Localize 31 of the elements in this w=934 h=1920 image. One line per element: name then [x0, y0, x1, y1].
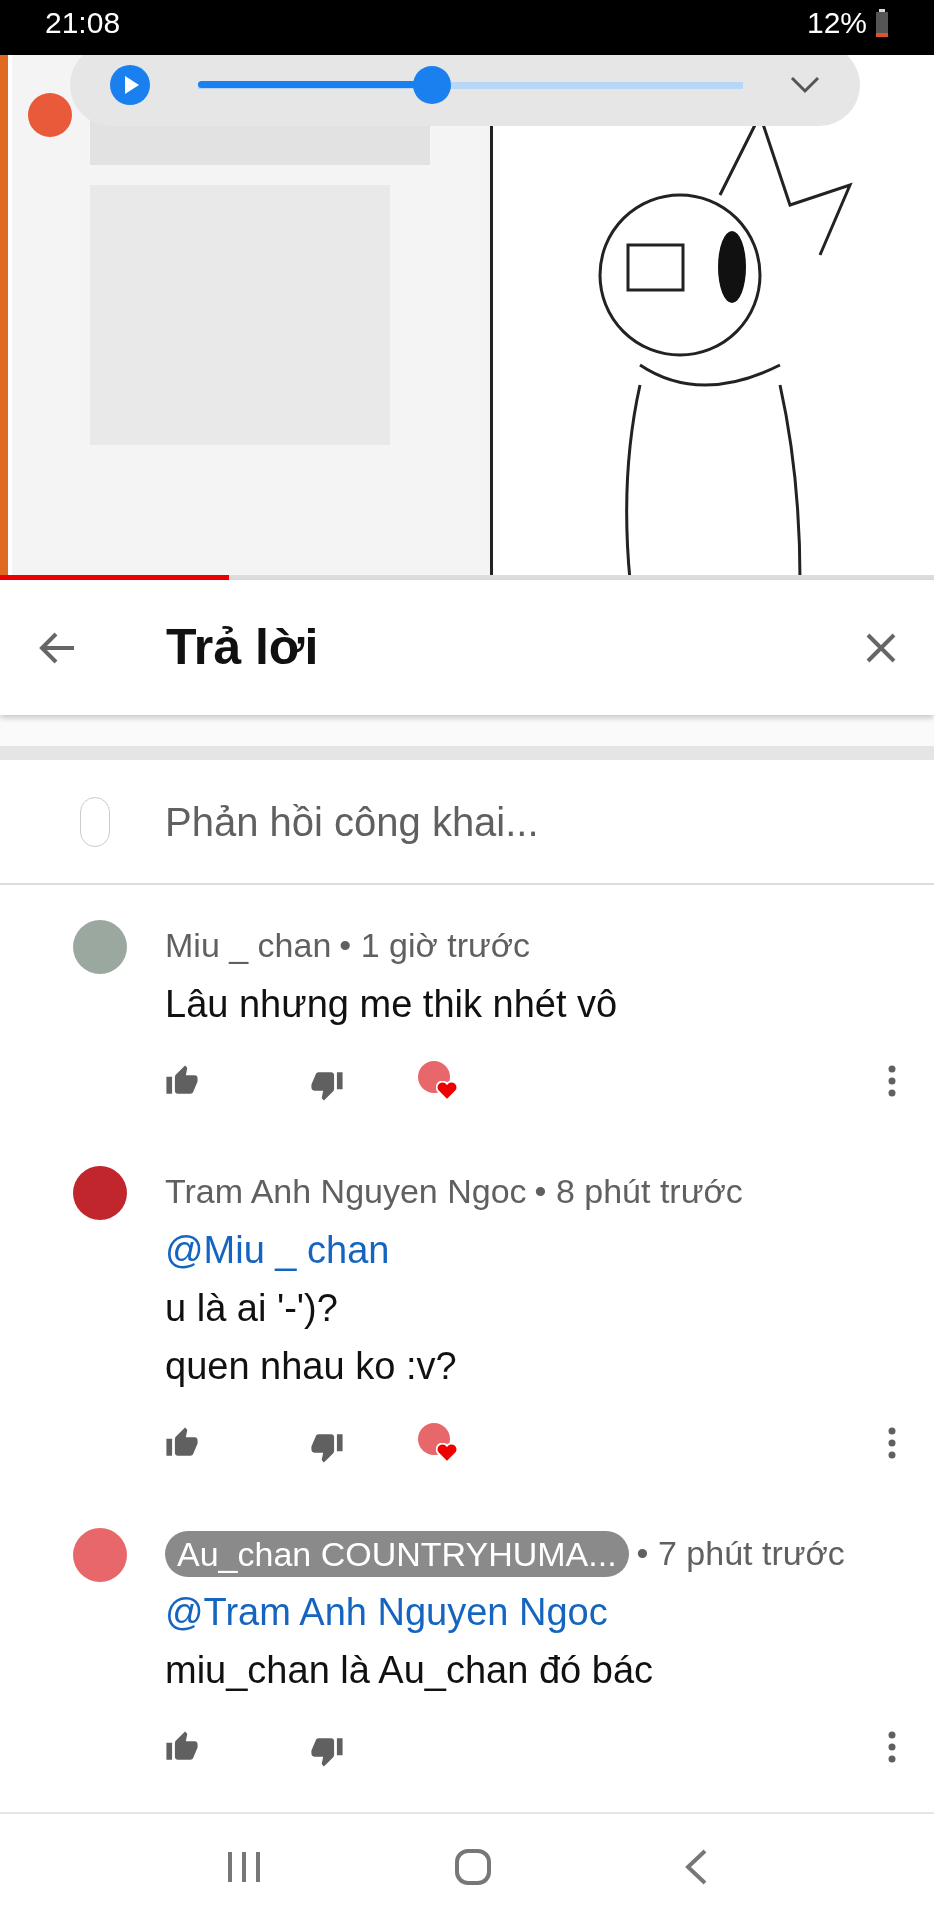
media-seek-thumb[interactable]: [413, 66, 452, 104]
battery-level: 12%: [806, 6, 867, 40]
status-time: 21:08: [45, 6, 121, 40]
author-name[interactable]: Miu _ chan: [165, 920, 332, 971]
back-icon[interactable]: [684, 1848, 708, 1886]
user-avatar[interactable]: [73, 1528, 127, 1582]
comment-time: • 1 giờ trước: [339, 925, 531, 966]
author-name[interactable]: Tram Anh Nguyen Ngoc: [165, 1166, 527, 1217]
comment-time: • 7 phút trước: [636, 1533, 845, 1574]
mention-link[interactable]: @Miu _ chan: [165, 1229, 390, 1271]
user-avatar[interactable]: [73, 1166, 127, 1220]
header-title: Trả lời: [166, 618, 319, 677]
comment-text: u là ai '-')?: [165, 1287, 338, 1329]
back-arrow-icon[interactable]: [38, 630, 76, 665]
chevron-down-icon[interactable]: [790, 76, 820, 94]
more-options-icon[interactable]: [888, 1065, 896, 1097]
play-icon[interactable]: [110, 65, 150, 105]
comment-text: quen nhau ko :v?: [165, 1345, 457, 1387]
author-name[interactable]: Au_chan COUNTRYHUMA...: [165, 1530, 629, 1577]
recent-apps-icon[interactable]: [226, 1850, 262, 1884]
video-progress-track[interactable]: [0, 575, 934, 580]
mention-link[interactable]: @Tram Anh Nguyen Ngoc: [165, 1591, 608, 1633]
comment-time: • 8 phút trước: [534, 1171, 743, 1212]
more-options-icon[interactable]: [888, 1731, 896, 1763]
comment-text: miu_chan là Au_chan đó bác: [165, 1649, 654, 1691]
home-icon[interactable]: [454, 1848, 492, 1886]
close-icon[interactable]: [866, 632, 896, 663]
comment-text: Lâu nhưng me thik nhét vô: [165, 983, 618, 1025]
battery-icon: [875, 9, 889, 37]
reply-input-field[interactable]: Phản hồi công khai...: [165, 791, 854, 852]
more-options-icon[interactable]: [888, 1427, 896, 1459]
